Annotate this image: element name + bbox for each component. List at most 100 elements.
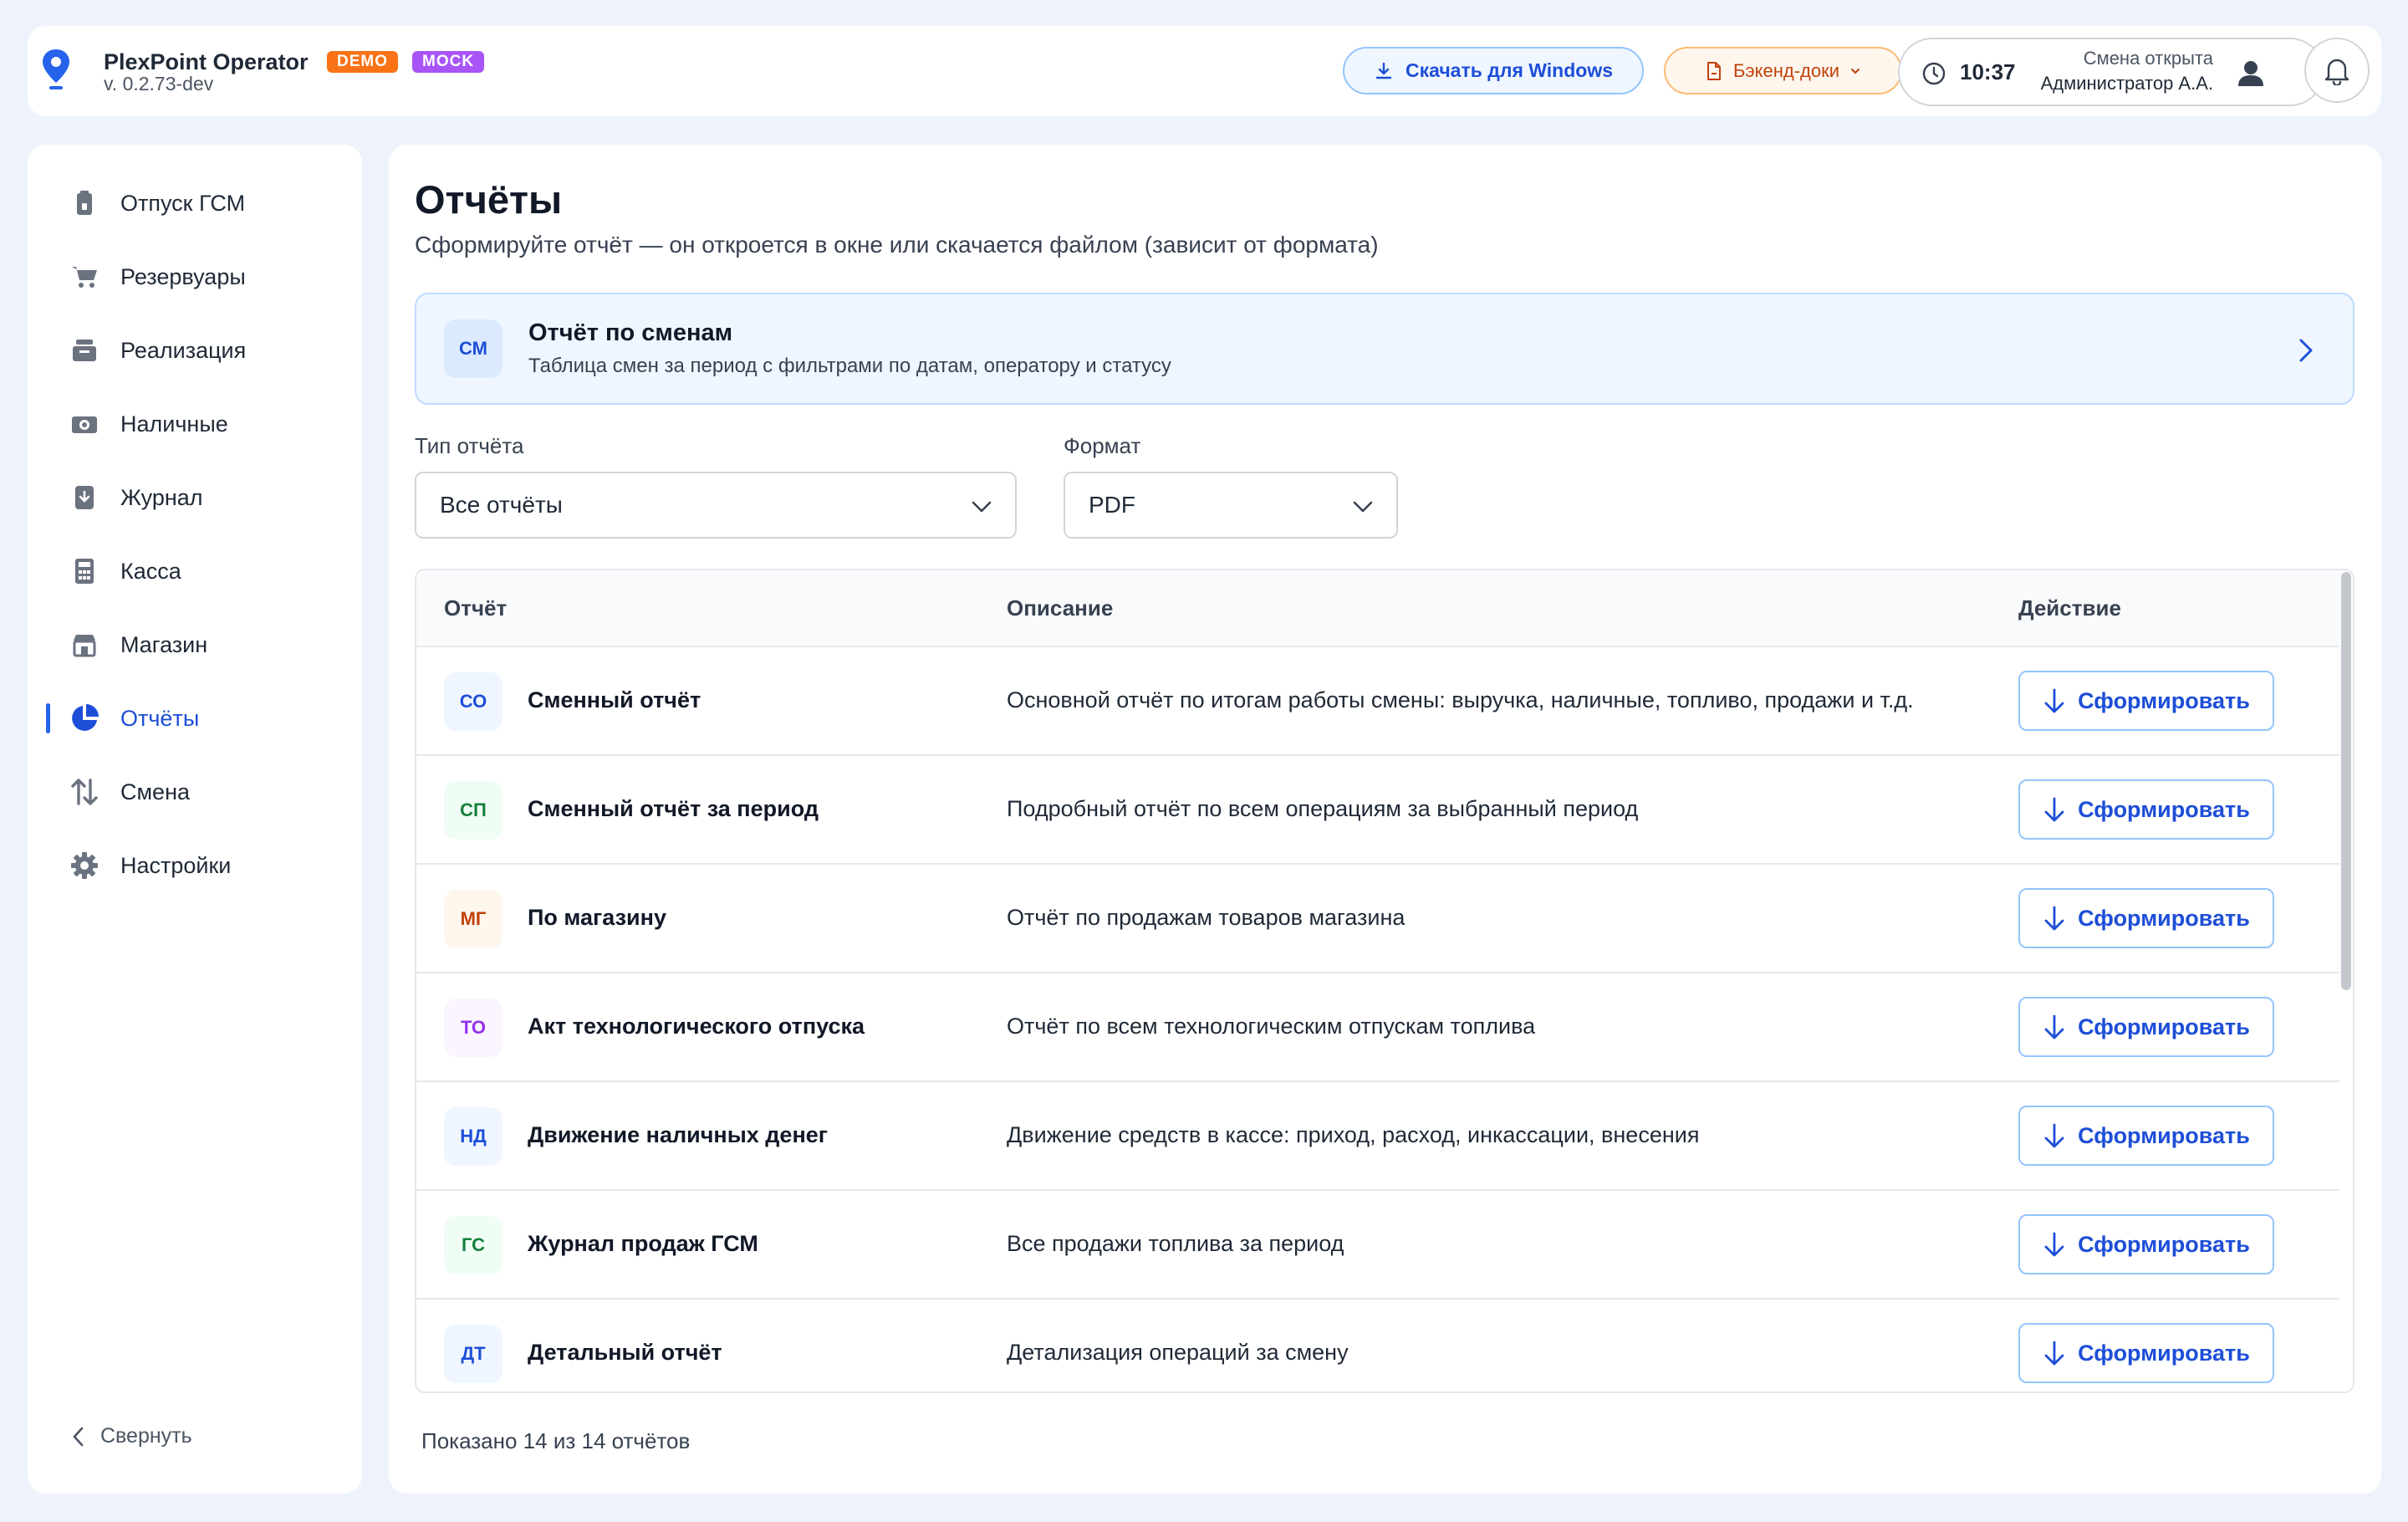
column-header-report: Отчёт bbox=[444, 595, 508, 621]
top-header: PlexPoint Operator DEMO MOCK v. 0.2.73-d… bbox=[28, 26, 2381, 116]
app-version: v. 0.2.73-dev bbox=[104, 73, 214, 94]
report-description: Подробный отчёт по всем операциям за выб… bbox=[1007, 796, 1639, 821]
inbox-icon bbox=[69, 335, 99, 365]
sidebar-item-label: Резервуары bbox=[120, 263, 246, 289]
sidebar-item-tanks[interactable]: Резервуары bbox=[28, 252, 362, 302]
arrow-down-icon bbox=[2044, 688, 2064, 713]
shift-report-card[interactable]: СМ Отчёт по сменам Таблица смен за перио… bbox=[415, 293, 2354, 405]
feature-description: Таблица смен за период с фильтрами по да… bbox=[528, 355, 1171, 377]
page-title: Отчёты bbox=[415, 177, 563, 222]
generate-label: Сформировать bbox=[2078, 796, 2250, 822]
generate-label: Сформировать bbox=[2078, 1014, 2250, 1039]
backend-docs-button[interactable]: Бэкенд-доки bbox=[1664, 47, 1902, 94]
arrow-down-icon bbox=[2044, 1232, 2064, 1257]
demo-badge: DEMO bbox=[327, 51, 398, 73]
report-description: Движение средств в кассе: приход, расход… bbox=[1007, 1122, 1700, 1147]
generate-report-button[interactable]: Сформировать bbox=[2018, 997, 2274, 1057]
download-icon bbox=[1375, 62, 1392, 79]
report-name: Движение наличных денег bbox=[528, 1122, 829, 1147]
generate-report-button[interactable]: Сформировать bbox=[2018, 888, 2274, 948]
table-header: Отчёт Описание Действие bbox=[416, 570, 2339, 647]
column-header-description: Описание bbox=[1007, 595, 1114, 621]
calculator-icon bbox=[69, 556, 99, 586]
reports-table: Отчёт Описание Действие СО Сменный отчёт… bbox=[415, 569, 2354, 1393]
report-name: Сменный отчёт bbox=[528, 687, 701, 712]
generate-report-button[interactable]: Сформировать bbox=[2018, 1106, 2274, 1166]
report-name: Сменный отчёт за период bbox=[528, 796, 819, 821]
report-description: Основной отчёт по итогам работы смены: в… bbox=[1007, 687, 1914, 712]
sidebar-item-settings[interactable]: Настройки bbox=[28, 840, 362, 891]
sidebar-item-label: Отпуск ГСМ bbox=[120, 190, 246, 216]
cash-icon bbox=[69, 409, 99, 439]
sidebar-item-label: Журнал bbox=[120, 484, 203, 510]
generate-report-button[interactable]: Сформировать bbox=[2018, 1214, 2274, 1274]
arrow-down-icon bbox=[2044, 1341, 2064, 1366]
store-icon bbox=[69, 630, 99, 660]
backend-docs-label: Бэкенд-доки bbox=[1732, 59, 1840, 81]
report-name: Акт технологического отпуска bbox=[528, 1014, 865, 1039]
mock-badge: MOCK bbox=[412, 51, 485, 73]
bell-icon bbox=[2324, 59, 2349, 85]
report-chip: СМ bbox=[444, 319, 503, 378]
report-description: Отчёт по продажам товаров магазина bbox=[1007, 905, 1406, 930]
sidebar-item-fuel-dispense[interactable]: Отпуск ГСМ bbox=[28, 178, 362, 228]
generate-report-button[interactable]: Сформировать bbox=[2018, 671, 2274, 731]
generate-label: Сформировать bbox=[2078, 1231, 2250, 1257]
sidebar-item-label: Реализация bbox=[120, 337, 247, 363]
location-pin-icon bbox=[43, 49, 69, 89]
pie-chart-icon bbox=[69, 703, 99, 733]
sidebar-item-shift[interactable]: Смена bbox=[28, 767, 362, 817]
download-windows-button[interactable]: Скачать для Windows bbox=[1343, 47, 1644, 94]
fuel-can-icon bbox=[69, 188, 99, 218]
generate-report-button[interactable]: Сформировать bbox=[2018, 1323, 2274, 1383]
document-icon bbox=[1707, 61, 1721, 80]
collapse-label: Свернуть bbox=[100, 1424, 192, 1448]
table-row: СО Сменный отчёт Основной отчёт по итога… bbox=[416, 647, 2339, 756]
sidebar-item-store[interactable]: Магазин bbox=[28, 620, 362, 670]
download-windows-label: Скачать для Windows bbox=[1405, 59, 1614, 81]
column-header-action: Действие bbox=[2018, 595, 2121, 621]
generate-label: Сформировать bbox=[2078, 1122, 2250, 1148]
report-chip: ТО bbox=[444, 998, 503, 1057]
shift-status: Смена открыта bbox=[2083, 48, 2213, 69]
report-type-select[interactable]: Все отчёты bbox=[415, 472, 1017, 539]
notifications-button[interactable] bbox=[2304, 38, 2370, 103]
arrow-down-icon bbox=[2044, 1123, 2064, 1148]
table-scrollbar[interactable] bbox=[2341, 572, 2351, 990]
swap-icon bbox=[69, 777, 99, 807]
app-name: PlexPoint Operator bbox=[104, 49, 309, 74]
generate-report-button[interactable]: Сформировать bbox=[2018, 779, 2274, 840]
table-row: НД Движение наличных денег Движение сред… bbox=[416, 1082, 2339, 1191]
report-chip: СО bbox=[444, 672, 503, 731]
gear-icon bbox=[69, 850, 99, 881]
current-user: Администратор А.А. bbox=[2040, 73, 2213, 94]
sidebar-item-reports[interactable]: Отчёты bbox=[28, 693, 362, 743]
report-name: Детальный отчёт bbox=[528, 1340, 722, 1365]
sidebar-item-journal[interactable]: Журнал bbox=[28, 472, 362, 523]
cart-icon bbox=[69, 262, 99, 292]
format-value: PDF bbox=[1089, 492, 1135, 518]
report-description: Все продажи топлива за период bbox=[1007, 1231, 1344, 1256]
clock-icon bbox=[1922, 62, 1946, 85]
collapse-sidebar-button[interactable]: Свернуть bbox=[72, 1424, 192, 1448]
table-row: ГС Журнал продаж ГСМ Все продажи топлива… bbox=[416, 1191, 2339, 1300]
generate-label: Сформировать bbox=[2078, 905, 2250, 931]
report-chip: НД bbox=[444, 1107, 503, 1166]
table-row: ТО Акт технологического отпуска Отчёт по… bbox=[416, 973, 2339, 1082]
sidebar-item-cash[interactable]: Наличные bbox=[28, 399, 362, 449]
shift-info[interactable]: 10:37 Смена открыта Администратор А.А. bbox=[1898, 38, 2324, 106]
format-select[interactable]: PDF bbox=[1064, 472, 1398, 539]
sidebar-item-label: Касса bbox=[120, 558, 181, 584]
sidebar-item-cashdesk[interactable]: Касса bbox=[28, 546, 362, 596]
feature-title: Отчёт по сменам bbox=[528, 319, 733, 346]
user-avatar-icon bbox=[2238, 61, 2263, 86]
sidebar-item-label: Магазин bbox=[120, 631, 208, 657]
chevron-left-icon bbox=[73, 1427, 84, 1446]
arrow-down-icon bbox=[2044, 1014, 2064, 1039]
sidebar-item-label: Наличные bbox=[120, 411, 228, 437]
format-label: Формат bbox=[1064, 433, 1141, 458]
chevron-down-icon bbox=[1851, 68, 1860, 74]
generate-label: Сформировать bbox=[2078, 1340, 2250, 1366]
report-name: По магазину bbox=[528, 905, 666, 930]
sidebar-item-sales[interactable]: Реализация bbox=[28, 325, 362, 375]
